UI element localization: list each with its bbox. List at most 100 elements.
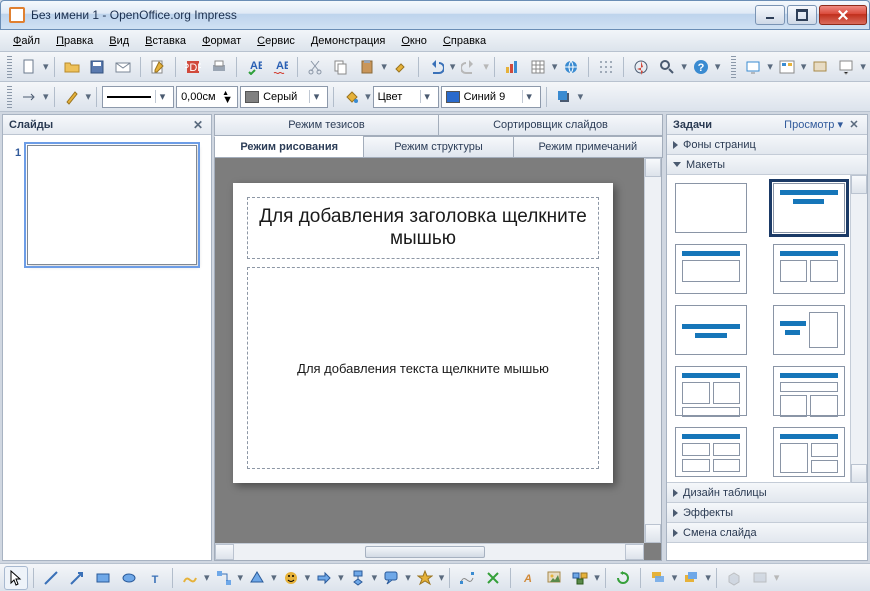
current-slide[interactable]: Для добавления заголовка щелкните мышью … [233, 183, 613, 483]
line-style-dropdown[interactable]: ▾ [102, 86, 174, 108]
spellcheck-icon[interactable]: ABC [242, 55, 266, 79]
basic-shapes-tool[interactable] [245, 566, 269, 590]
from-file-tool[interactable] [542, 566, 566, 590]
menu-item-0[interactable]: Файл [6, 33, 47, 49]
block-arrows-tool[interactable] [312, 566, 336, 590]
rectangle-tool[interactable] [91, 566, 115, 590]
menu-item-4[interactable]: Формат [195, 33, 248, 49]
flowchart-tool[interactable] [346, 566, 370, 590]
tab-slidesorter[interactable]: Сортировщик слайдов [438, 114, 663, 136]
section-effects[interactable]: Эффекты [667, 503, 867, 523]
toolbar-handle[interactable] [7, 56, 12, 78]
glue-tool[interactable] [481, 566, 505, 590]
tab-structure[interactable]: Режим структуры [363, 136, 513, 158]
line-color-label-dropdown[interactable]: Цвет▾ [373, 86, 439, 108]
window-close-button[interactable] [819, 5, 867, 25]
callouts-tool[interactable] [379, 566, 403, 590]
layout-four-a[interactable] [675, 427, 747, 477]
layout-centered[interactable] [675, 305, 747, 355]
print-button[interactable] [207, 55, 231, 79]
layouts-scrollbar[interactable] [850, 175, 867, 483]
text-tool[interactable]: T [143, 566, 167, 590]
line-width-input[interactable]: 0,00см▲▼ [176, 86, 238, 108]
presentation-button[interactable] [834, 55, 858, 79]
menu-item-6[interactable]: Демонстрация [304, 33, 393, 49]
paste-button[interactable] [355, 55, 379, 79]
layout-blank[interactable] [675, 183, 747, 233]
extrusion-tool[interactable] [722, 566, 746, 590]
tab-drawing[interactable]: Режим рисования [214, 136, 364, 158]
edit-doc-button[interactable] [146, 55, 170, 79]
menu-item-7[interactable]: Окно [394, 33, 434, 49]
slides-thumbnails[interactable]: 1 [3, 135, 211, 560]
email-button[interactable] [111, 55, 135, 79]
interaction-tool[interactable] [748, 566, 772, 590]
toolbar-handle-3[interactable] [7, 86, 12, 108]
layout-right-content[interactable] [773, 305, 845, 355]
layout-three-a[interactable] [675, 366, 747, 416]
title-placeholder[interactable]: Для добавления заголовка щелкните мышью [247, 197, 599, 259]
save-button[interactable] [86, 55, 110, 79]
rotate-tool[interactable] [611, 566, 635, 590]
arrow-style-button[interactable] [17, 85, 41, 109]
slide-thumb-1[interactable]: 1 [13, 145, 201, 265]
zoom-button[interactable] [655, 55, 679, 79]
slide-button[interactable] [741, 55, 765, 79]
tasks-view-link[interactable]: Просмотр ▾ [784, 118, 843, 131]
layout-title-content[interactable] [773, 183, 845, 233]
ellipse-tool[interactable] [117, 566, 141, 590]
symbol-shapes-tool[interactable] [279, 566, 303, 590]
layout-three-b[interactable] [773, 366, 845, 416]
fontwork-tool[interactable]: A [516, 566, 540, 590]
hyperlink-button[interactable] [559, 55, 583, 79]
slide-canvas[interactable]: Для добавления заголовка щелкните мышью … [214, 158, 662, 561]
navigator-button[interactable] [629, 55, 653, 79]
connector-tool[interactable] [212, 566, 236, 590]
undo-button[interactable] [424, 55, 448, 79]
pdf-button[interactable]: PDF [181, 55, 205, 79]
layout-four-b[interactable] [773, 427, 845, 477]
body-placeholder[interactable]: Для добавления текста щелкните мышью [247, 267, 599, 469]
menu-item-1[interactable]: Правка [49, 33, 100, 49]
bucket-icon[interactable] [339, 85, 363, 109]
cut-button[interactable] [303, 55, 327, 79]
layout-two-content[interactable] [773, 244, 845, 294]
points-tool[interactable] [455, 566, 479, 590]
shadow-button[interactable] [552, 85, 576, 109]
format-paintbrush-button[interactable] [389, 55, 413, 79]
master-button[interactable] [808, 55, 832, 79]
arrange-tool[interactable] [679, 566, 703, 590]
open-button[interactable] [60, 55, 84, 79]
stars-tool[interactable] [413, 566, 437, 590]
gallery-tool[interactable] [568, 566, 592, 590]
line-pen-icon[interactable] [60, 85, 84, 109]
redo-button[interactable] [457, 55, 481, 79]
section-layouts[interactable]: Макеты [667, 155, 867, 175]
autospell-icon[interactable]: ABC [268, 55, 292, 79]
section-master-pages[interactable]: Фоны страниц [667, 135, 867, 155]
line-tool[interactable] [39, 566, 63, 590]
select-tool[interactable] [4, 566, 28, 590]
layout-button[interactable] [775, 55, 799, 79]
window-minimize-button[interactable] [755, 5, 785, 25]
window-maximize-button[interactable] [787, 5, 817, 25]
slides-panel-close-icon[interactable]: ✕ [191, 118, 205, 132]
grid-icon[interactable] [594, 55, 618, 79]
horizontal-scrollbar[interactable] [215, 543, 644, 560]
menu-item-3[interactable]: Вставка [138, 33, 193, 49]
menu-item-2[interactable]: Вид [102, 33, 136, 49]
section-table-design[interactable]: Дизайн таблицы [667, 483, 867, 503]
menu-item-5[interactable]: Сервис [250, 33, 302, 49]
vertical-scrollbar[interactable] [644, 158, 661, 543]
new-button[interactable] [17, 55, 41, 79]
copy-button[interactable] [329, 55, 353, 79]
help-button[interactable]: ? [689, 55, 713, 79]
curve-tool[interactable] [178, 566, 202, 590]
tasks-panel-close-icon[interactable]: ✕ [847, 118, 861, 131]
arrow-line-tool[interactable] [65, 566, 89, 590]
chart-button[interactable] [500, 55, 524, 79]
line-color-dropdown[interactable]: Синий 9▾ [441, 86, 541, 108]
toolbar-handle-2[interactable] [731, 56, 736, 78]
section-transition[interactable]: Смена слайда [667, 523, 867, 543]
fill-style-dropdown[interactable]: Серый▾ [240, 86, 328, 108]
